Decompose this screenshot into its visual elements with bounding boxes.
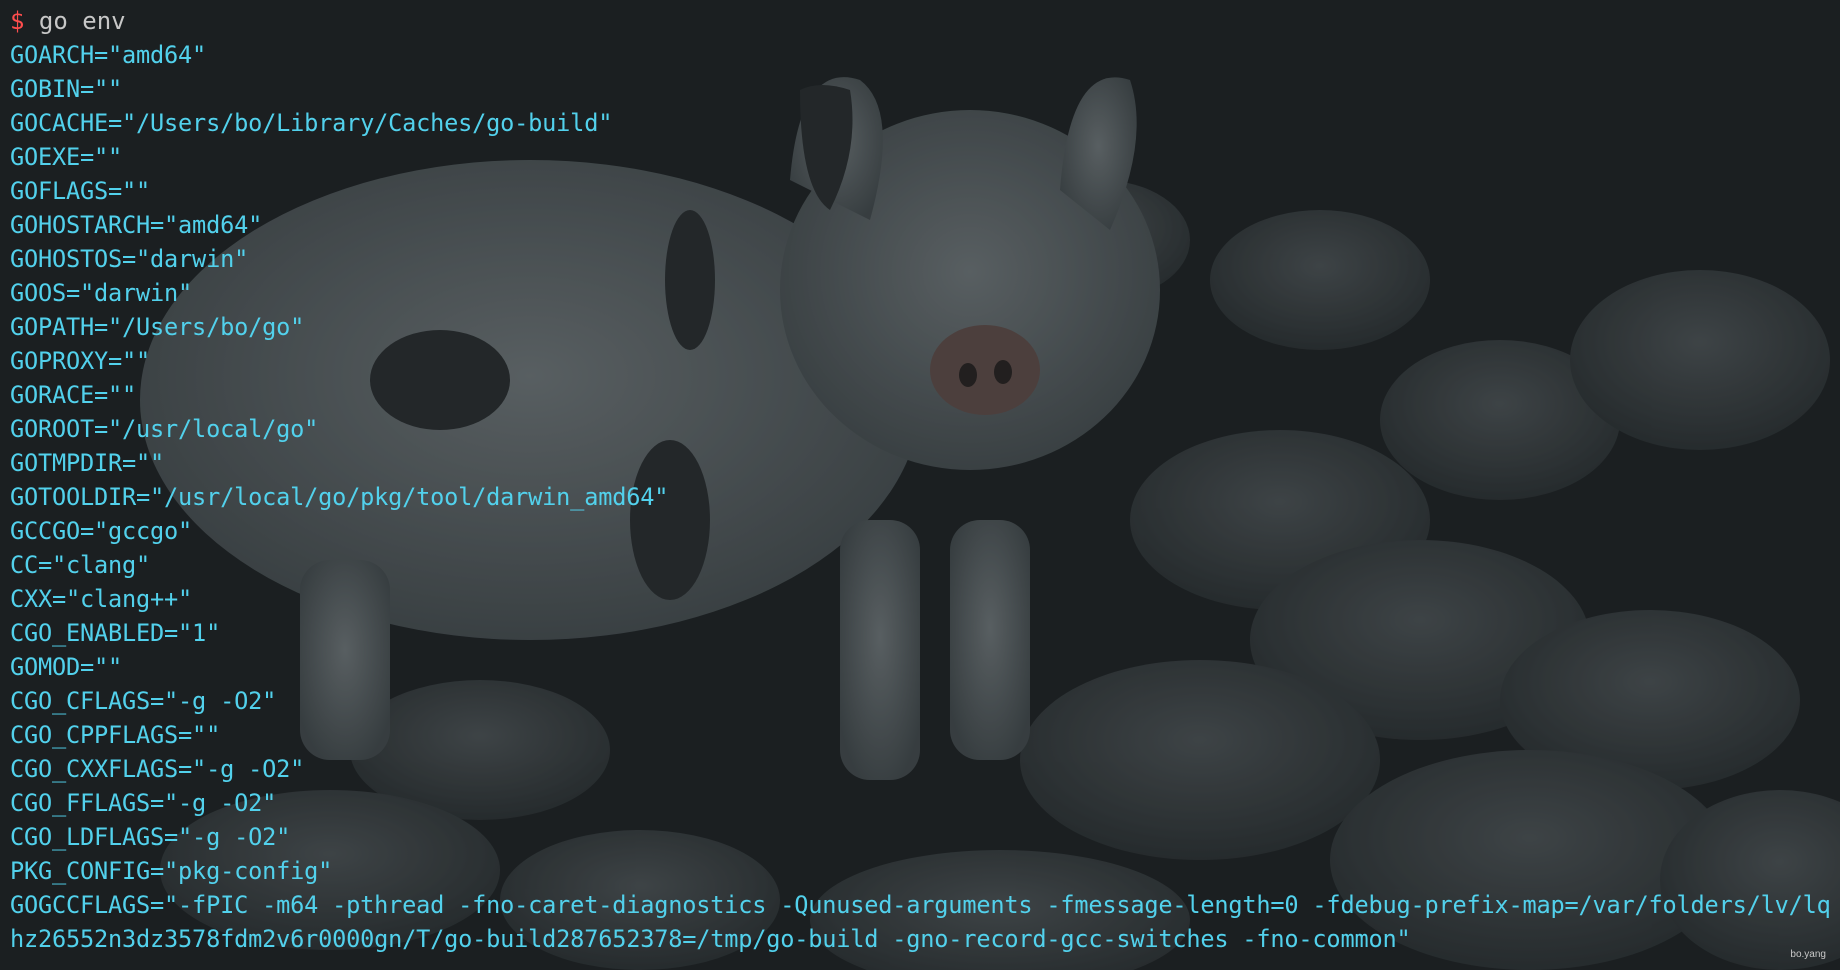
- env-line-gobin: GOBIN="": [10, 75, 123, 103]
- env-line-cxx: CXX="clang++": [10, 585, 193, 613]
- env-line-goproxy: GOPROXY="": [10, 347, 151, 375]
- env-line-gohostarch: GOHOSTARCH="amd64": [10, 211, 263, 239]
- env-line-goroot: GOROOT="/usr/local/go": [10, 415, 319, 443]
- env-line-cgo-cppflags: CGO_CPPFLAGS="": [10, 721, 221, 749]
- env-line-cgo-ldflags: CGO_LDFLAGS="-g -O2": [10, 823, 291, 851]
- env-line-gohostos: GOHOSTOS="darwin": [10, 245, 249, 273]
- env-line-gogccflags-continued: hz26552n3dz3578fdm2v6r0000gn/T/go-build2…: [10, 925, 1411, 953]
- env-line-pkg-config: PKG_CONFIG="pkg-config": [10, 857, 333, 885]
- env-line-cgo-cflags: CGO_CFLAGS="-g -O2": [10, 687, 277, 715]
- env-line-gccgo: GCCGO="gccgo": [10, 517, 193, 545]
- env-line-gotmpdir: GOTMPDIR="": [10, 449, 165, 477]
- terminal-window[interactable]: $ go env GOARCH="amd64" GOBIN="" GOCACHE…: [0, 0, 1840, 970]
- env-line-cgo-fflags: CGO_FFLAGS="-g -O2": [10, 789, 277, 817]
- env-line-goexe: GOEXE="": [10, 143, 123, 171]
- env-line-goarch: GOARCH="amd64": [10, 41, 207, 69]
- env-line-cgo-cxxflags: CGO_CXXFLAGS="-g -O2": [10, 755, 305, 783]
- env-line-cc: CC="clang": [10, 551, 151, 579]
- env-line-gopath: GOPATH="/Users/bo/go": [10, 313, 305, 341]
- env-output: GOARCH="amd64" GOBIN="" GOCACHE="/Users/…: [10, 38, 1840, 956]
- env-line-gotooldir: GOTOOLDIR="/usr/local/go/pkg/tool/darwin…: [10, 483, 669, 511]
- command-prompt-line: $ go env: [10, 4, 1840, 38]
- env-line-gocache: GOCACHE="/Users/bo/Library/Caches/go-bui…: [10, 109, 613, 137]
- prompt-symbol: $: [10, 7, 25, 35]
- env-line-gogccflags: GOGCCFLAGS="-fPIC -m64 -pthread -fno-car…: [10, 891, 1831, 919]
- env-line-goflags: GOFLAGS="": [10, 177, 151, 205]
- wallpaper-credit: bo.yang: [1790, 949, 1826, 960]
- env-line-gorace: GORACE="": [10, 381, 137, 409]
- env-line-cgo-enabled: CGO_ENABLED="1": [10, 619, 221, 647]
- env-line-goos: GOOS="darwin": [10, 279, 193, 307]
- command-text: go env: [38, 7, 126, 35]
- env-line-gomod: GOMOD="": [10, 653, 123, 681]
